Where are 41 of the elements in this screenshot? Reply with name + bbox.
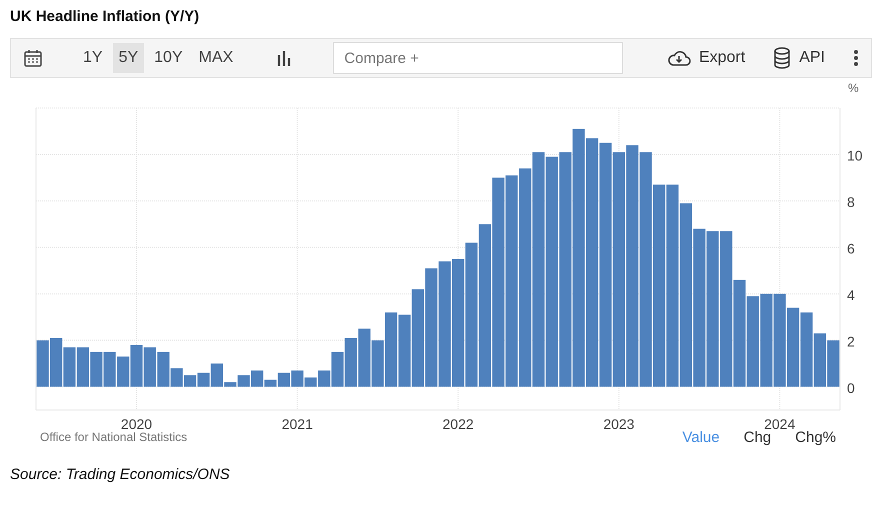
bar <box>63 347 76 387</box>
export-button[interactable]: Export <box>666 49 746 67</box>
unit-label: % <box>848 81 859 95</box>
axis-label: 4 <box>847 286 855 303</box>
axis-label: 10 <box>847 147 863 164</box>
more-icon[interactable] <box>853 49 859 67</box>
compare-field[interactable]: Compare + <box>333 42 624 74</box>
axis-label: 0 <box>847 380 855 396</box>
axis-label: 2021 <box>282 416 313 430</box>
bar <box>358 328 370 387</box>
range-tab[interactable]: MAX <box>192 43 240 73</box>
view-tab[interactable]: Chg <box>744 428 772 446</box>
cloud-download-icon <box>666 49 691 67</box>
bar <box>827 340 840 387</box>
view-tab[interactable]: Chg% <box>795 428 836 446</box>
bar <box>117 356 130 387</box>
bar <box>36 340 49 387</box>
bar <box>344 338 357 387</box>
range-tab[interactable]: 5Y <box>112 43 144 73</box>
database-icon <box>773 47 792 69</box>
bar <box>130 344 143 387</box>
bar <box>50 338 62 387</box>
axis-label: 2023 <box>603 416 634 430</box>
bar <box>144 347 156 387</box>
calendar-icon[interactable] <box>23 48 43 68</box>
axis-label: 2024 <box>764 416 796 430</box>
chart-title: UK Headline Inflation (Y/Y) <box>9 7 200 27</box>
range-tab[interactable]: 1Y <box>77 43 109 73</box>
bar <box>76 347 90 387</box>
bar <box>814 333 826 387</box>
axis-label: 2 <box>847 333 855 350</box>
data-source-label: Office for National Statistics <box>40 430 188 444</box>
axis-label: 8 <box>847 194 855 210</box>
bar <box>90 352 102 387</box>
axis-label: 2022 <box>442 416 474 430</box>
axis-label: 6 <box>847 240 855 256</box>
bar <box>104 352 116 387</box>
api-button[interactable]: API <box>773 47 825 69</box>
source-note: Source: Trading Economics/ONS <box>9 465 230 483</box>
range-tab[interactable]: 10Y <box>148 43 189 73</box>
axis-label: 2020 <box>120 416 152 430</box>
